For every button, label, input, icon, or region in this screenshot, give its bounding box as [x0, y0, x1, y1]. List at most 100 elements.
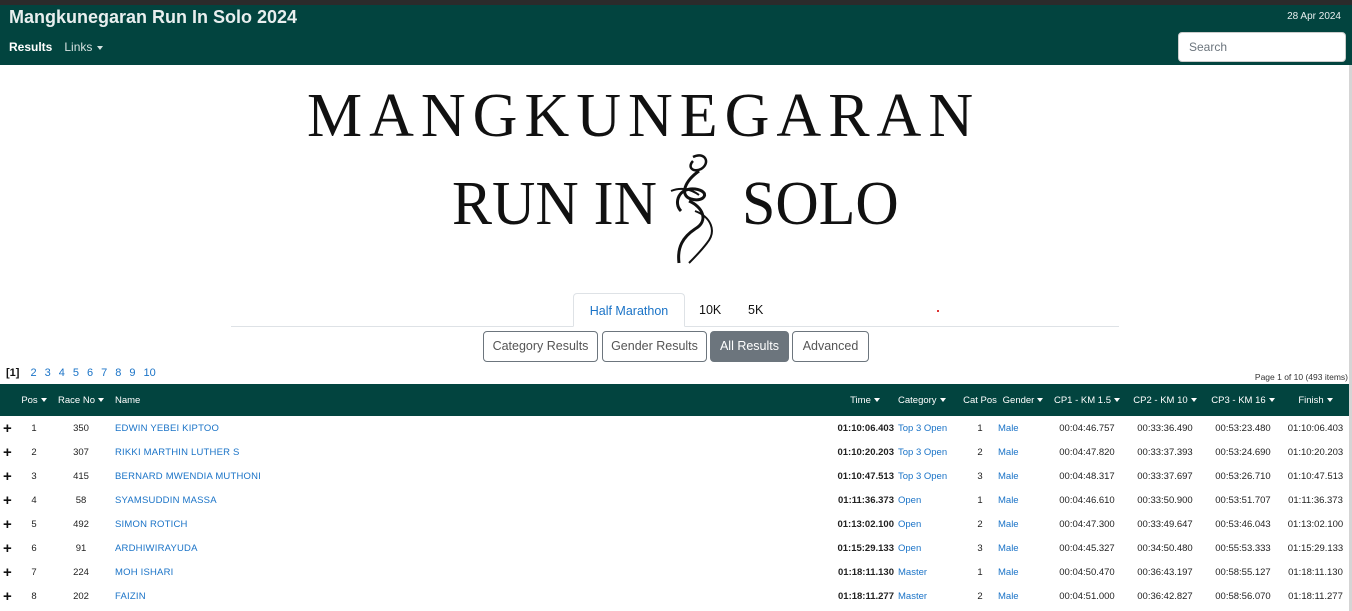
expand-row-icon[interactable]: +	[0, 584, 18, 608]
expand-row-icon[interactable]: +	[0, 512, 18, 536]
col-cp1-label: CP1 - KM 1.5	[1053, 394, 1112, 406]
col-gender-label: Gender	[1002, 394, 1035, 406]
cell-cp2: 00:36:42.827	[1137, 590, 1193, 602]
cell-cp3: 00:58:56.070	[1215, 590, 1271, 602]
cell-gender-link[interactable]: Male	[998, 416, 1048, 440]
tab-5k[interactable]: 5K	[748, 293, 763, 327]
cell-cat-pos: 2	[977, 590, 983, 602]
cell-gender-link[interactable]: Male	[998, 440, 1048, 464]
expand-row-icon[interactable]: +	[0, 560, 18, 584]
cell-category-link[interactable]: Top 3 Open	[898, 416, 962, 440]
cell-finish: 01:13:02.100	[1287, 518, 1344, 530]
all-results-button[interactable]: All Results	[710, 331, 789, 362]
cell-gender-link[interactable]: Male	[998, 584, 1048, 608]
col-cp3-label: CP3 - KM 16	[1211, 394, 1266, 406]
cell-category-link[interactable]: Top 3 Open	[898, 440, 962, 464]
cell-name-link[interactable]: MOH ISHARI	[112, 560, 832, 584]
sort-caret-icon	[1114, 397, 1121, 402]
logo-run-in: RUN IN	[452, 168, 657, 238]
col-time[interactable]: Time	[832, 384, 898, 416]
table-row: +7 224 MOH ISHARI 01:18:11.130 Master 1 Male 00…	[0, 560, 1349, 584]
col-category-label: Category	[898, 394, 937, 406]
results-body: +1 350 EDWIN YEBEI KIPTOO 01:10:06.403 Top 3…	[0, 416, 1349, 608]
cell-gender-link[interactable]: Male	[998, 488, 1048, 512]
col-race-no[interactable]: Race No	[50, 384, 112, 416]
col-time-label: Time	[850, 394, 871, 406]
col-pos[interactable]: Pos	[18, 384, 50, 416]
table-row: +1 350 EDWIN YEBEI KIPTOO 01:10:06.403 Top 3…	[0, 416, 1349, 440]
cell-category-link[interactable]: Master	[898, 560, 962, 584]
page-link[interactable]: 3	[45, 367, 51, 379]
page-link[interactable]: 9	[129, 367, 135, 379]
cell-name-link[interactable]: BERNARD MWENDIA MUTHONI	[112, 464, 832, 488]
logo-line-mangkunegaran: MANGKUNEGARAN	[307, 82, 981, 150]
page-link[interactable]: 8	[115, 367, 121, 379]
expand-row-icon[interactable]: +	[0, 416, 18, 440]
cell-name-link[interactable]: SIMON ROTICH	[112, 512, 832, 536]
page-link[interactable]: 7	[101, 367, 107, 379]
cell-time: 01:11:36.373	[838, 494, 894, 506]
tab-half-marathon[interactable]: Half Marathon	[573, 293, 685, 327]
cell-cat-pos: 3	[977, 542, 983, 554]
cell-race-no: 492	[73, 518, 89, 530]
navbar: Mangkunegaran Run In Solo 2024 28 Apr 20…	[0, 5, 1352, 65]
cell-cp3: 00:55:53.333	[1215, 542, 1271, 554]
cell-name-link[interactable]: EDWIN YEBEI KIPTOO	[112, 416, 832, 440]
cell-race-no: 58	[75, 494, 87, 506]
advanced-button[interactable]: Advanced	[792, 331, 869, 362]
cell-race-no: 415	[73, 470, 89, 482]
cell-gender-link[interactable]: Male	[998, 536, 1048, 560]
table-header-row: Pos Race No Name Time Category Cat Pos G…	[0, 384, 1349, 416]
cell-cp3: 00:53:23.480	[1215, 422, 1271, 434]
col-gender[interactable]: Gender	[998, 384, 1048, 416]
cell-category-link[interactable]: Master	[898, 584, 962, 608]
category-results-button[interactable]: Category Results	[483, 331, 598, 362]
expand-row-icon[interactable]: +	[0, 440, 18, 464]
expand-row-icon[interactable]: +	[0, 536, 18, 560]
search-input[interactable]	[1178, 32, 1346, 62]
cell-cat-pos: 2	[977, 446, 983, 458]
cell-cat-pos: 1	[977, 494, 983, 506]
col-cp3[interactable]: CP3 - KM 16	[1204, 384, 1282, 416]
caret-down-icon	[97, 45, 104, 50]
col-category[interactable]: Category	[898, 384, 962, 416]
col-cp1[interactable]: CP1 - KM 1.5	[1048, 384, 1126, 416]
sort-caret-icon	[40, 397, 47, 402]
logo-solo: SOLO	[742, 168, 899, 238]
cell-time: 01:10:20.203	[837, 446, 894, 458]
cell-category-link[interactable]: Open	[898, 536, 962, 560]
tab-10k[interactable]: 10K	[699, 293, 721, 327]
page-link[interactable]: 4	[59, 367, 65, 379]
table-row: +8 202 FAIZIN 01:18:11.277 Master 2 Male 00:04:…	[0, 584, 1349, 608]
gender-results-button[interactable]: Gender Results	[602, 331, 707, 362]
col-cp2[interactable]: CP2 - KM 10	[1126, 384, 1204, 416]
page-link[interactable]: 5	[73, 367, 79, 379]
cell-category-link[interactable]: Open	[898, 488, 962, 512]
cell-finish: 01:18:11.130	[1288, 566, 1343, 578]
runner-icon	[670, 154, 713, 264]
cell-cp3: 00:53:26.710	[1215, 470, 1271, 482]
nav-results-link[interactable]: Results	[9, 40, 52, 54]
expand-row-icon[interactable]: +	[0, 488, 18, 512]
cell-name-link[interactable]: RIKKI MARTHIN LUTHER S	[112, 440, 832, 464]
expand-row-icon[interactable]: +	[0, 464, 18, 488]
cell-gender-link[interactable]: Male	[998, 512, 1048, 536]
cell-cp1: 00:04:46.610	[1059, 494, 1115, 506]
page-link[interactable]: 2	[30, 367, 36, 379]
cell-name-link[interactable]: FAIZIN	[112, 584, 832, 608]
cell-category-link[interactable]: Open	[898, 512, 962, 536]
cell-finish: 01:10:06.403	[1287, 422, 1344, 434]
cell-gender-link[interactable]: Male	[998, 464, 1048, 488]
cell-category-link[interactable]: Top 3 Open	[898, 464, 962, 488]
cell-cp3: 00:53:46.043	[1215, 518, 1271, 530]
page-link[interactable]: 10	[143, 367, 155, 379]
cell-gender-link[interactable]: Male	[998, 560, 1048, 584]
site-title[interactable]: Mangkunegaran Run In Solo 2024	[9, 7, 297, 28]
cell-name-link[interactable]: SYAMSUDDIN MASSA	[112, 488, 832, 512]
col-name: Name	[112, 384, 832, 416]
col-race-no-label: Race No	[58, 394, 95, 406]
page-link[interactable]: 6	[87, 367, 93, 379]
cell-name-link[interactable]: ARDHIWIRAYUDA	[112, 536, 832, 560]
nav-links-dropdown[interactable]: Links	[64, 40, 104, 54]
col-finish[interactable]: Finish	[1282, 384, 1349, 416]
